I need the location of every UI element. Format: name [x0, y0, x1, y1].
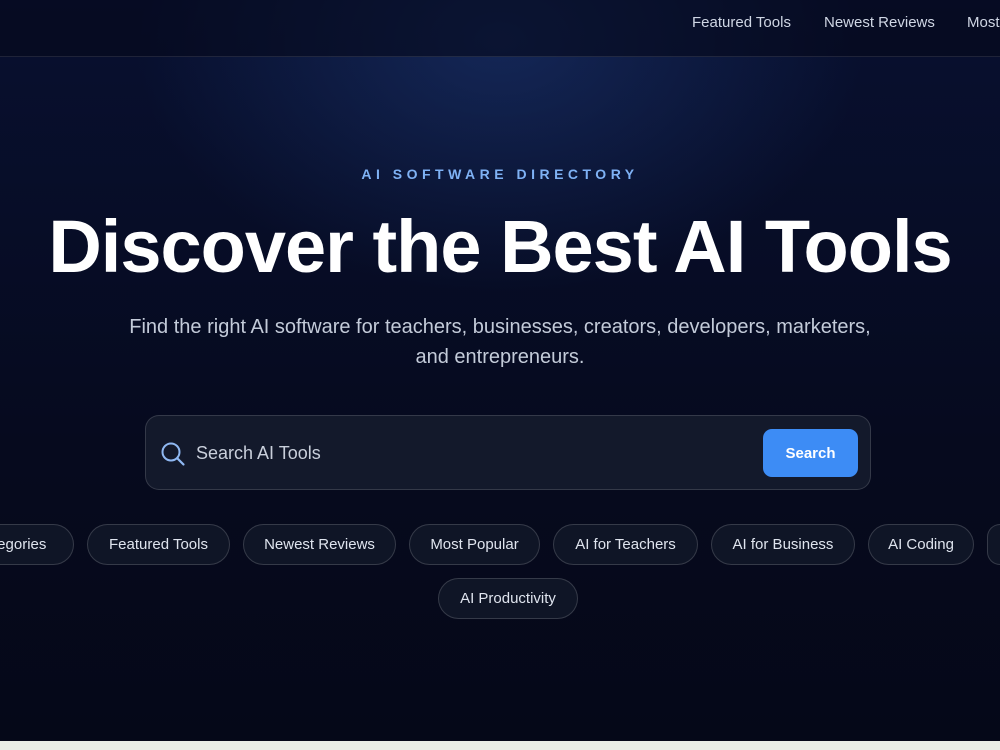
chip-ai-productivity[interactable]: AI Productivity [438, 578, 578, 619]
hero-title: Discover the Best AI Tools [48, 205, 952, 288]
chip-overflow[interactable] [987, 524, 1000, 565]
search-button[interactable]: Search [763, 429, 858, 477]
chip-most-popular[interactable]: Most Popular [409, 524, 540, 565]
next-section-edge [0, 741, 1000, 750]
chip-ai-for-teachers[interactable]: AI for Teachers [553, 524, 698, 565]
top-navigation: Featured Tools Newest Reviews Most [0, 0, 1000, 57]
page: Featured Tools Newest Reviews Most AI SO… [0, 0, 1000, 750]
nav-link-featured-tools[interactable]: Featured Tools [692, 14, 791, 31]
chip-categories[interactable]: tegories [0, 524, 74, 565]
chip-ai-for-business[interactable]: AI for Business [711, 524, 855, 565]
chip-ai-coding[interactable]: AI Coding [868, 524, 974, 565]
nav-link-most-popular[interactable]: Most [967, 14, 1000, 31]
search-input[interactable] [196, 434, 756, 472]
search-icon [161, 442, 185, 466]
search-bar: Search [145, 415, 871, 490]
hero-subtitle: Find the right AI software for teachers,… [129, 316, 871, 368]
nav-link-newest-reviews[interactable]: Newest Reviews [824, 14, 935, 31]
hero-eyebrow: AI SOFTWARE DIRECTORY [361, 166, 639, 182]
chip-newest-reviews[interactable]: Newest Reviews [243, 524, 396, 565]
chip-featured-tools[interactable]: Featured Tools [87, 524, 230, 565]
